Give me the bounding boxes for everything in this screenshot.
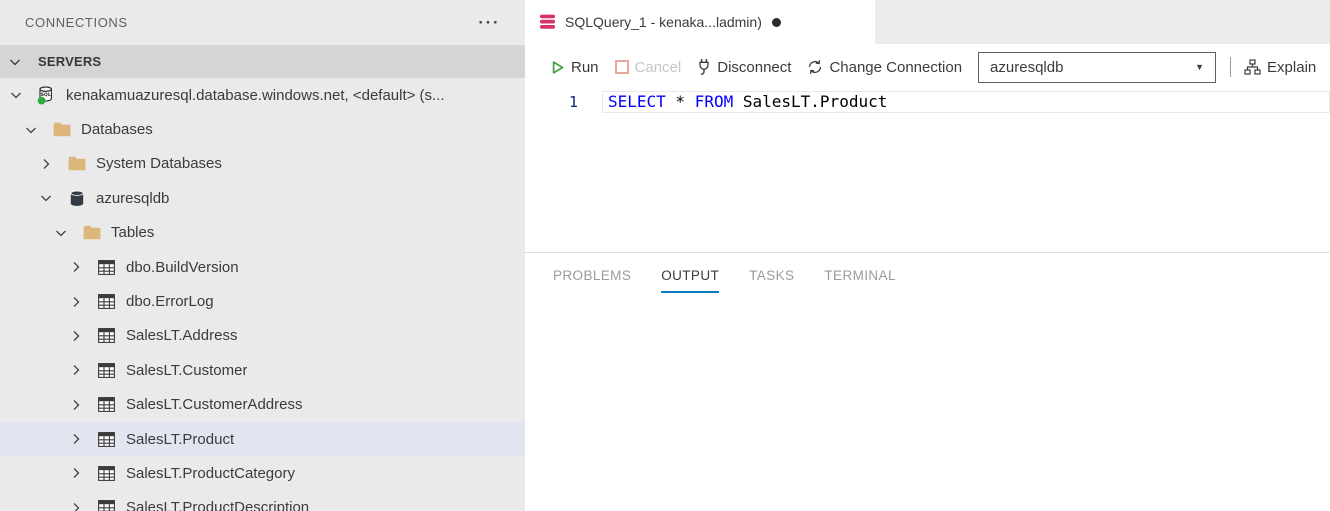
chevron-down-icon[interactable]	[53, 225, 81, 241]
explain-button[interactable]: Explain	[1244, 59, 1316, 76]
chevron-right-icon[interactable]	[68, 294, 96, 310]
chevron-right-icon[interactable]	[68, 259, 96, 275]
tab-output[interactable]: OUTPUT	[661, 268, 720, 293]
table-icon	[96, 500, 117, 511]
tree-item-label: Tables	[111, 224, 155, 242]
table-icon	[96, 294, 117, 309]
cancel-icon	[614, 60, 629, 74]
hierarchy-icon	[1244, 59, 1261, 75]
table-icon	[96, 259, 117, 275]
sidebar-header: CONNECTIONS ⋯	[0, 0, 525, 45]
query-toolbar: Run Cancel Disconnect Change Connection …	[525, 44, 1330, 90]
tree-item-label: dbo.ErrorLog	[126, 293, 214, 311]
run-button[interactable]: Run	[550, 59, 599, 76]
server-icon: SQL	[36, 86, 57, 105]
table-icon	[96, 397, 117, 413]
tree-item-label: SalesLT.Address	[126, 327, 238, 345]
table-icon	[96, 362, 117, 378]
tree-item[interactable]: azuresqldb	[0, 181, 525, 215]
code-editor[interactable]: 1 SELECT * FROM SalesLT.Product	[525, 90, 1330, 252]
database-dropdown[interactable]: azuresqldb ▼	[978, 51, 1217, 83]
disconnect-button[interactable]: Disconnect	[697, 58, 791, 76]
folder-icon	[66, 156, 87, 171]
tab-problems[interactable]: PROBLEMS	[553, 268, 631, 293]
chevron-down-icon[interactable]	[23, 122, 51, 138]
azure-data-studio-window: CONNECTIONS ⋯ SERVERS SQL kenakamuazuresq…	[0, 0, 1330, 511]
tab-tasks[interactable]: TASKS	[749, 268, 794, 293]
tree-item-label: SalesLT.Product	[126, 430, 235, 448]
tab-title: SQLQuery_1 - kenaka...ladmin)	[565, 14, 762, 30]
explain-label: Explain	[1267, 58, 1317, 76]
tree-item[interactable]: dbo.BuildVersion	[0, 250, 525, 284]
run-label: Run	[571, 58, 599, 76]
change-connection-label: Change Connection	[829, 58, 963, 76]
chevron-down-icon[interactable]	[8, 87, 36, 103]
tree-item-label: SalesLT.ProductDescription	[126, 499, 310, 511]
servers-section-label: SERVERS	[38, 54, 102, 69]
plug-icon	[697, 58, 711, 76]
chevron-right-icon[interactable]	[68, 397, 96, 413]
panel-tab-bar: PROBLEMS OUTPUT TASKS TERMINAL	[525, 253, 1330, 293]
tree-item[interactable]: SalesLT.Address	[0, 319, 525, 353]
folder-icon	[51, 122, 72, 137]
tree-item-label: SalesLT.Customer	[126, 361, 248, 379]
bottom-panel: PROBLEMS OUTPUT TASKS TERMINAL	[525, 253, 1330, 511]
database-icon	[66, 190, 87, 207]
tab-terminal[interactable]: TERMINAL	[824, 268, 895, 293]
tree-item[interactable]: SalesLT.ProductCategory	[0, 456, 525, 490]
tree-item[interactable]: System Databases	[0, 147, 525, 181]
code-line: SELECT * FROM SalesLT.Product	[608, 92, 888, 111]
tree-item[interactable]: dbo.ErrorLog	[0, 284, 525, 318]
chevron-right-icon[interactable]	[68, 465, 96, 481]
tab-sqlquery-1[interactable]: SQLQuery_1 - kenaka...ladmin)	[525, 0, 875, 44]
chevron-down-icon[interactable]	[38, 190, 66, 206]
more-actions-icon[interactable]: ⋯	[477, 2, 499, 42]
change-connection-button[interactable]: Change Connection	[807, 59, 962, 76]
disconnect-label: Disconnect	[717, 58, 792, 76]
tree-item-label: SalesLT.CustomerAddress	[126, 396, 303, 414]
tree-item[interactable]: SQL kenakamuazuresql.database.windows.net…	[0, 78, 525, 112]
sql-query-file-icon	[539, 14, 556, 30]
cancel-label: Cancel	[634, 58, 682, 76]
refresh-circle-icon	[807, 59, 823, 75]
chevron-right-icon[interactable]	[68, 500, 96, 511]
unsaved-changes-dot	[771, 17, 781, 27]
chevron-right-icon[interactable]	[38, 156, 66, 172]
object-explorer-tree: SQL kenakamuazuresql.database.windows.net…	[0, 78, 525, 511]
chevron-right-icon[interactable]	[68, 362, 96, 378]
run-icon	[550, 60, 565, 75]
tree-item-label: SalesLT.ProductCategory	[126, 464, 295, 482]
cancel-button[interactable]: Cancel	[614, 58, 682, 76]
tree-item[interactable]: Tables	[0, 216, 525, 250]
folder-icon	[81, 225, 102, 240]
chevron-right-icon[interactable]	[68, 328, 96, 344]
tree-item-label: Databases	[81, 121, 153, 139]
table-icon	[96, 431, 117, 447]
database-dropdown-value: azuresqldb	[990, 58, 1064, 76]
chevron-right-icon[interactable]	[68, 431, 96, 447]
tree-item-label: azuresqldb	[96, 189, 170, 207]
toolbar-separator	[1230, 57, 1232, 77]
tree-item-label: kenakamuazuresql.database.windows.net, <…	[66, 86, 445, 104]
chevron-down-icon: ▼	[1195, 62, 1205, 72]
line-number: 1	[568, 93, 578, 111]
tree-item[interactable]: Databases	[0, 112, 525, 146]
sidebar-title: CONNECTIONS	[25, 15, 128, 30]
table-icon	[96, 328, 117, 344]
editor-tab-bar: SQLQuery_1 - kenaka...ladmin)	[525, 0, 1330, 44]
tree-item[interactable]: SalesLT.ProductDescription	[0, 491, 525, 511]
tree-item[interactable]: SalesLT.CustomerAddress	[0, 388, 525, 422]
tree-item-label: System Databases	[96, 155, 222, 173]
tree-item[interactable]: SalesLT.Product	[0, 421, 525, 457]
chevron-down-icon	[7, 54, 25, 70]
tree-item[interactable]: SalesLT.Customer	[0, 353, 525, 387]
editor-area: SQLQuery_1 - kenaka...ladmin) Run Cancel…	[525, 0, 1330, 511]
table-icon	[96, 466, 117, 481]
tree-item-label: dbo.BuildVersion	[126, 258, 239, 276]
connections-sidebar: CONNECTIONS ⋯ SERVERS SQL kenakamuazuresq…	[0, 0, 525, 511]
servers-section-header[interactable]: SERVERS	[0, 45, 525, 78]
